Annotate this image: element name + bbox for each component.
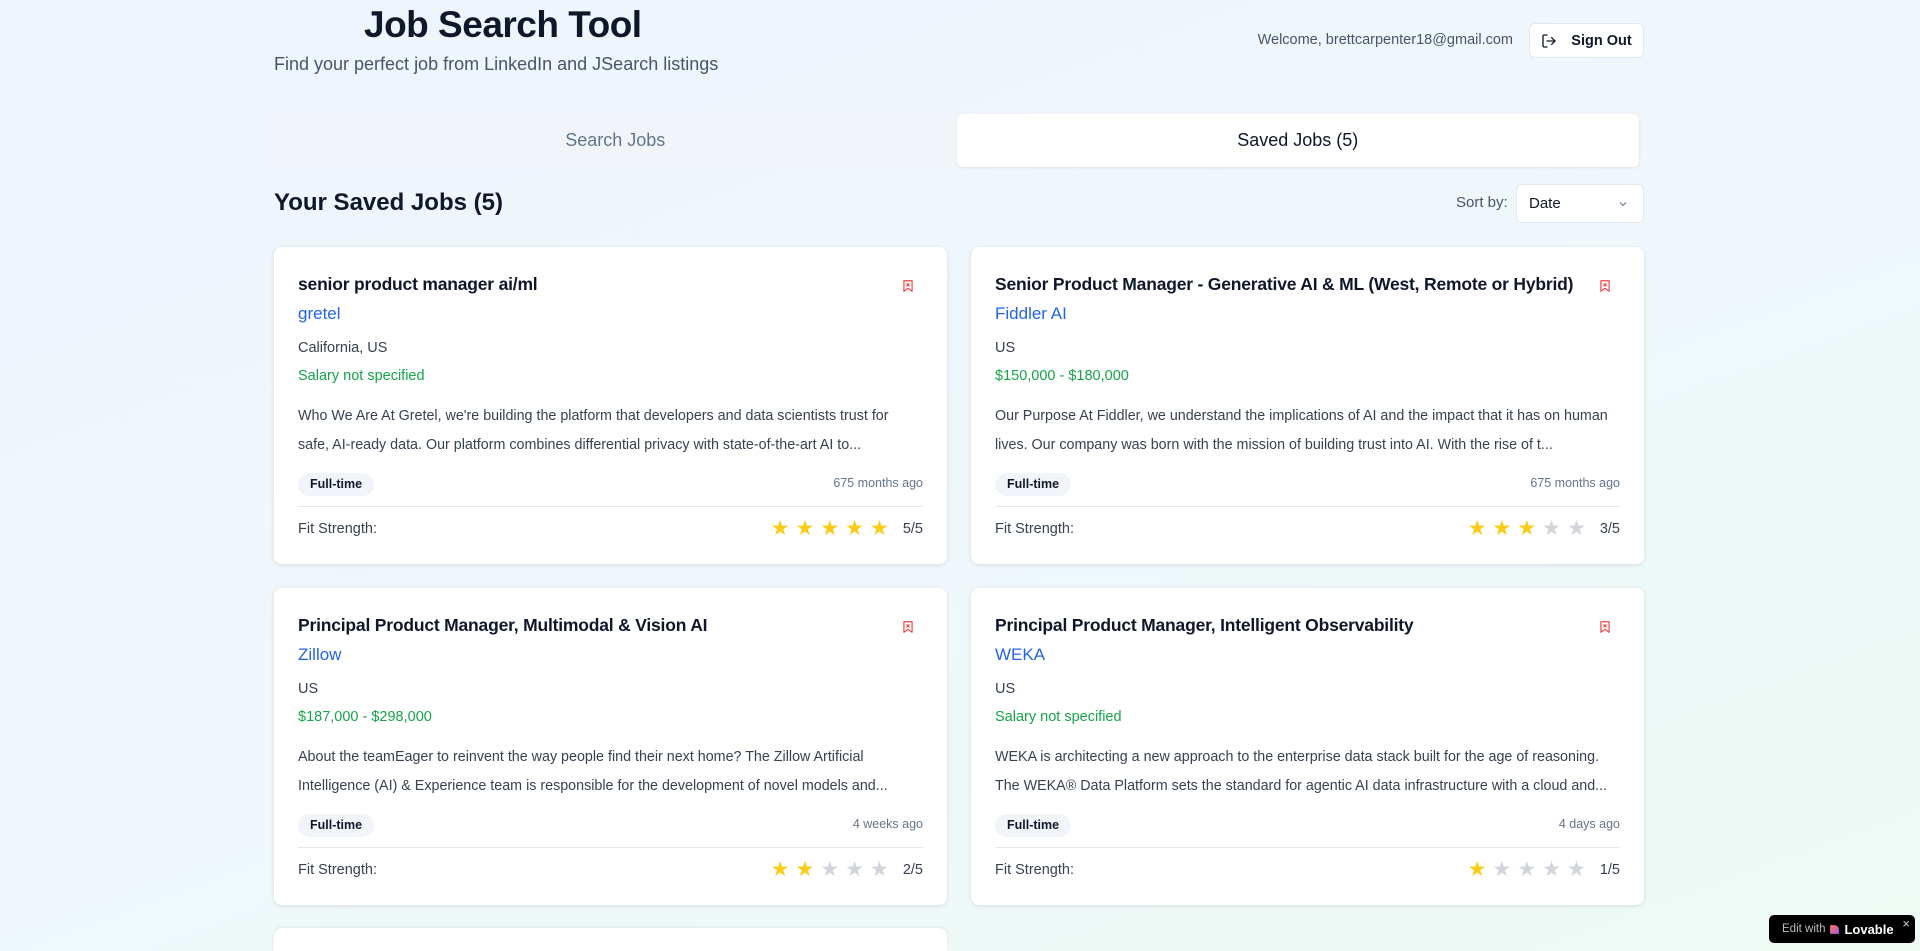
- job-salary: Salary not specified: [298, 368, 425, 384]
- star-icon: ★: [770, 858, 790, 881]
- star-icon: ★: [1517, 517, 1537, 540]
- job-description: Our Purpose At Fiddler, we understand th…: [995, 408, 1608, 453]
- remove-bookmark-button[interactable]: [901, 619, 915, 640]
- fit-score: 3/5: [1599, 520, 1620, 537]
- star-icon: ★: [870, 517, 889, 540]
- lovable-heart-icon: [1830, 924, 1840, 934]
- job-location: US: [995, 681, 1016, 697]
- job-salary: Salary not specified: [995, 709, 1122, 725]
- chevron-down-icon: [1619, 201, 1627, 206]
- remove-bookmark-button[interactable]: [1598, 619, 1612, 640]
- star-icon: ★: [1542, 858, 1561, 881]
- bookmark-x-icon: [903, 621, 913, 633]
- sign-out-button[interactable]: Sign Out: [1529, 23, 1644, 58]
- job-location: US: [298, 681, 319, 697]
- job-salary: $150,000 - $180,000: [995, 368, 1129, 384]
- divider: [298, 506, 923, 507]
- tab-list: Search Jobs Saved Jobs (5): [274, 113, 1642, 168]
- star-icon: ★: [845, 517, 864, 540]
- divider: [298, 847, 923, 848]
- job-salary: $187,000 - $298,000: [298, 709, 432, 725]
- fit-strength-label: Fit Strength:: [298, 521, 377, 537]
- job-card: Senior Product Manager - Generative AI &…: [971, 247, 1644, 564]
- remove-bookmark-button[interactable]: [1598, 278, 1612, 299]
- lovable-prefix: Edit with: [1782, 923, 1826, 935]
- close-icon[interactable]: ×: [1902, 916, 1910, 931]
- page-subtitle: Find your perfect job from LinkedIn and …: [274, 54, 719, 74]
- job-card: senior product manager ai/ml gretel Cali…: [274, 247, 947, 564]
- job-description: Who We Are At Gretel, we're building the…: [298, 408, 889, 453]
- job-card: Principal Product Manager, Multimodal & …: [274, 588, 947, 905]
- star-icon: ★: [820, 517, 840, 540]
- tab-saved-jobs[interactable]: Saved Jobs (5): [956, 114, 1639, 167]
- company-link[interactable]: Fiddler AI: [995, 304, 1067, 324]
- job-location: US: [995, 340, 1016, 356]
- job-description: WEKA is architecting a new approach to t…: [995, 749, 1608, 794]
- star-icon: ★: [1467, 517, 1487, 540]
- posted-time: 4 days ago: [1558, 817, 1620, 831]
- bookmark-x-icon: [1600, 280, 1610, 292]
- job-location: California, US: [298, 340, 388, 356]
- fit-score: 2/5: [902, 861, 923, 878]
- star-icon: ★: [1517, 858, 1537, 881]
- fit-strength-rating: ★ ★ ★ ★ ★ 5/5: [771, 518, 923, 539]
- star-icon: ★: [1492, 517, 1512, 540]
- star-icon: ★: [1492, 858, 1512, 881]
- job-card: Principal Product Manager, Intelligent O…: [971, 588, 1644, 905]
- saved-jobs-heading: Your Saved Jobs (5): [274, 189, 503, 216]
- sort-value: Date: [1529, 195, 1561, 212]
- job-description: About the teamEager to reinvent the way …: [298, 749, 888, 794]
- job-type-badge: Full-time: [995, 473, 1072, 496]
- star-icon: ★: [795, 517, 815, 540]
- lovable-badge[interactable]: Edit with Lovable ×: [1769, 915, 1915, 943]
- fit-strength-rating: ★ ★ ★ ★ ★ 1/5: [1468, 859, 1620, 880]
- company-link[interactable]: WEKA: [995, 645, 1045, 665]
- posted-time: 4 weeks ago: [852, 817, 923, 831]
- star-icon: ★: [845, 858, 864, 881]
- tab-search-jobs[interactable]: Search Jobs: [274, 113, 957, 168]
- job-type-badge: Full-time: [298, 814, 375, 837]
- star-icon: ★: [870, 858, 889, 881]
- remove-bookmark-button[interactable]: [901, 278, 915, 299]
- fit-strength-rating: ★ ★ ★ ★ ★ 2/5: [771, 859, 923, 880]
- company-link[interactable]: gretel: [298, 304, 341, 324]
- job-type-badge: Full-time: [298, 473, 375, 496]
- star-icon: ★: [1567, 517, 1586, 540]
- star-icon: ★: [795, 858, 815, 881]
- fit-score: 1/5: [1599, 861, 1620, 878]
- job-title: Principal Product Manager, Intelligent O…: [995, 615, 1414, 635]
- star-icon: ★: [770, 517, 790, 540]
- fit-strength-rating: ★ ★ ★ ★ ★ 3/5: [1468, 518, 1620, 539]
- company-link[interactable]: Zillow: [298, 645, 341, 665]
- sign-out-icon: [1542, 33, 1556, 48]
- posted-time: 675 months ago: [1530, 476, 1620, 490]
- welcome-text: Welcome, brettcarpenter18@gmail.com: [1257, 32, 1513, 48]
- sort-select[interactable]: Date: [1516, 184, 1644, 223]
- sign-out-label: Sign Out: [1571, 32, 1632, 49]
- job-title: senior product manager ai/ml: [298, 274, 538, 294]
- posted-time: 675 months ago: [833, 476, 923, 490]
- fit-strength-label: Fit Strength:: [995, 862, 1074, 878]
- fit-strength-label: Fit Strength:: [298, 862, 377, 878]
- divider: [995, 506, 1620, 507]
- job-card: [274, 928, 947, 951]
- divider: [995, 847, 1620, 848]
- star-icon: ★: [820, 858, 840, 881]
- bookmark-x-icon: [1600, 621, 1610, 633]
- fit-strength-label: Fit Strength:: [995, 521, 1074, 537]
- job-title: Principal Product Manager, Multimodal & …: [298, 615, 708, 635]
- star-icon: ★: [1542, 517, 1561, 540]
- lovable-brand: Lovable: [1844, 921, 1894, 937]
- bookmark-x-icon: [903, 280, 913, 292]
- job-title: Senior Product Manager - Generative AI &…: [995, 274, 1574, 294]
- fit-score: 5/5: [902, 520, 923, 537]
- star-icon: ★: [1467, 858, 1487, 881]
- sort-label: Sort by:: [1456, 194, 1508, 211]
- star-icon: ★: [1567, 858, 1586, 881]
- job-type-badge: Full-time: [995, 814, 1072, 837]
- page-title: Job Search Tool: [364, 4, 642, 45]
